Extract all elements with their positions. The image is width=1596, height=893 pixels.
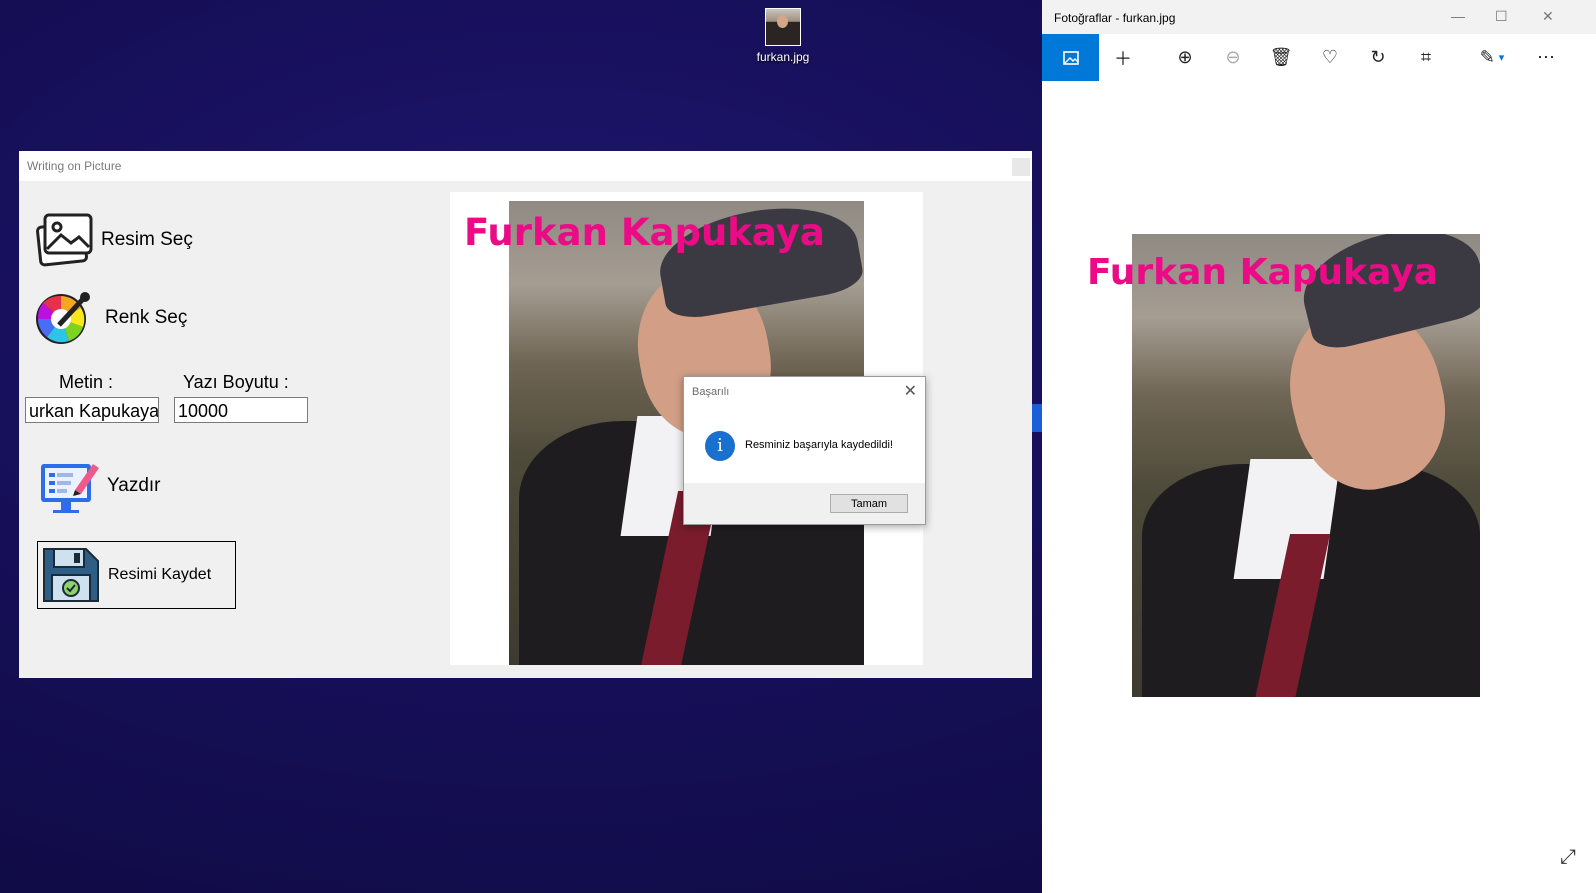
info-icon: i xyxy=(705,431,735,461)
zoom-out-icon[interactable]: ⊖ xyxy=(1209,34,1257,81)
font-size-label: Yazı Boyutu : xyxy=(183,372,289,392)
window-titlebar: Writing on Picture xyxy=(19,151,1032,181)
zoom-in-icon[interactable]: ⊕ xyxy=(1161,34,1209,81)
text-input[interactable]: urkan Kapukaya xyxy=(25,397,159,423)
color-palette-icon xyxy=(36,292,90,344)
maximize-icon[interactable]: ☐ xyxy=(1495,8,1508,25)
floppy-disk-icon xyxy=(43,548,99,602)
select-color-button[interactable]: Renk Seç xyxy=(33,289,187,347)
crop-icon[interactable]: ⌗ xyxy=(1402,34,1450,81)
desktop-file-label: furkan.jpg xyxy=(756,50,810,64)
photos-app-window: Fotoğraflar - furkan.jpg — ☐ ✕ ＋ ⊕ ⊖ 🗑 ♡… xyxy=(1042,0,1596,893)
dialog-message: Resminiz başarıyla kaydedildi! xyxy=(745,439,893,451)
window-edge-marker xyxy=(1032,404,1042,432)
photos-overlay-text: Furkan Kapukaya xyxy=(1087,252,1439,293)
desktop-file-icon[interactable]: furkan.jpg xyxy=(752,8,814,64)
print-label: Yazdır xyxy=(107,475,161,496)
expand-icon[interactable]: ⤢ xyxy=(1560,846,1576,869)
select-color-label: Renk Seç xyxy=(105,307,188,328)
photos-titlebar: Fotoğraflar - furkan.jpg — ☐ ✕ xyxy=(1042,0,1596,34)
text-label: Metin : xyxy=(59,372,114,392)
add-icon[interactable]: ＋ xyxy=(1099,34,1147,81)
heart-icon[interactable]: ♡ xyxy=(1306,34,1354,81)
edit-icon[interactable]: ✎ ▾ xyxy=(1462,34,1522,81)
portrait-photo xyxy=(1132,234,1480,697)
save-image-label: Resimi Kaydet xyxy=(108,566,212,583)
photos-title: Fotoğraflar - furkan.jpg xyxy=(1054,11,1176,25)
monitor-edit-icon xyxy=(41,464,99,513)
overlay-text: Furkan Kapukaya xyxy=(464,211,825,254)
close-button[interactable] xyxy=(1012,158,1030,176)
more-icon[interactable]: ⋯ xyxy=(1522,34,1570,81)
image-thumbnail xyxy=(765,8,801,46)
close-icon[interactable]: ✕ xyxy=(904,381,917,401)
dialog-footer: Tamam xyxy=(684,483,925,524)
delete-icon[interactable]: 🗑 xyxy=(1257,34,1305,81)
photo-view xyxy=(1132,234,1480,697)
dialog-title: Başarılı xyxy=(692,386,730,398)
ok-button[interactable]: Tamam xyxy=(830,494,908,513)
select-image-label: Resim Seç xyxy=(101,229,193,250)
window-title: Writing on Picture xyxy=(27,159,122,173)
image-icon[interactable] xyxy=(1042,34,1099,81)
font-size-input[interactable]: 10000 xyxy=(174,397,308,423)
image-gallery-icon xyxy=(36,213,93,267)
minimize-icon[interactable]: — xyxy=(1451,8,1465,24)
photos-toolbar: ＋ ⊕ ⊖ 🗑 ♡ ↻ ⌗ ✎ ▾ ⋯ xyxy=(1042,34,1596,81)
rotate-icon[interactable]: ↻ xyxy=(1354,34,1402,81)
print-button[interactable]: Yazdır xyxy=(39,456,161,516)
success-dialog: Başarılı ✕ i Resminiz başarıyla kaydedil… xyxy=(683,376,926,525)
close-icon[interactable]: ✕ xyxy=(1542,8,1554,25)
save-image-button[interactable]: Resimi Kaydet xyxy=(37,541,236,609)
select-image-button[interactable]: Resim Seç xyxy=(35,211,193,269)
